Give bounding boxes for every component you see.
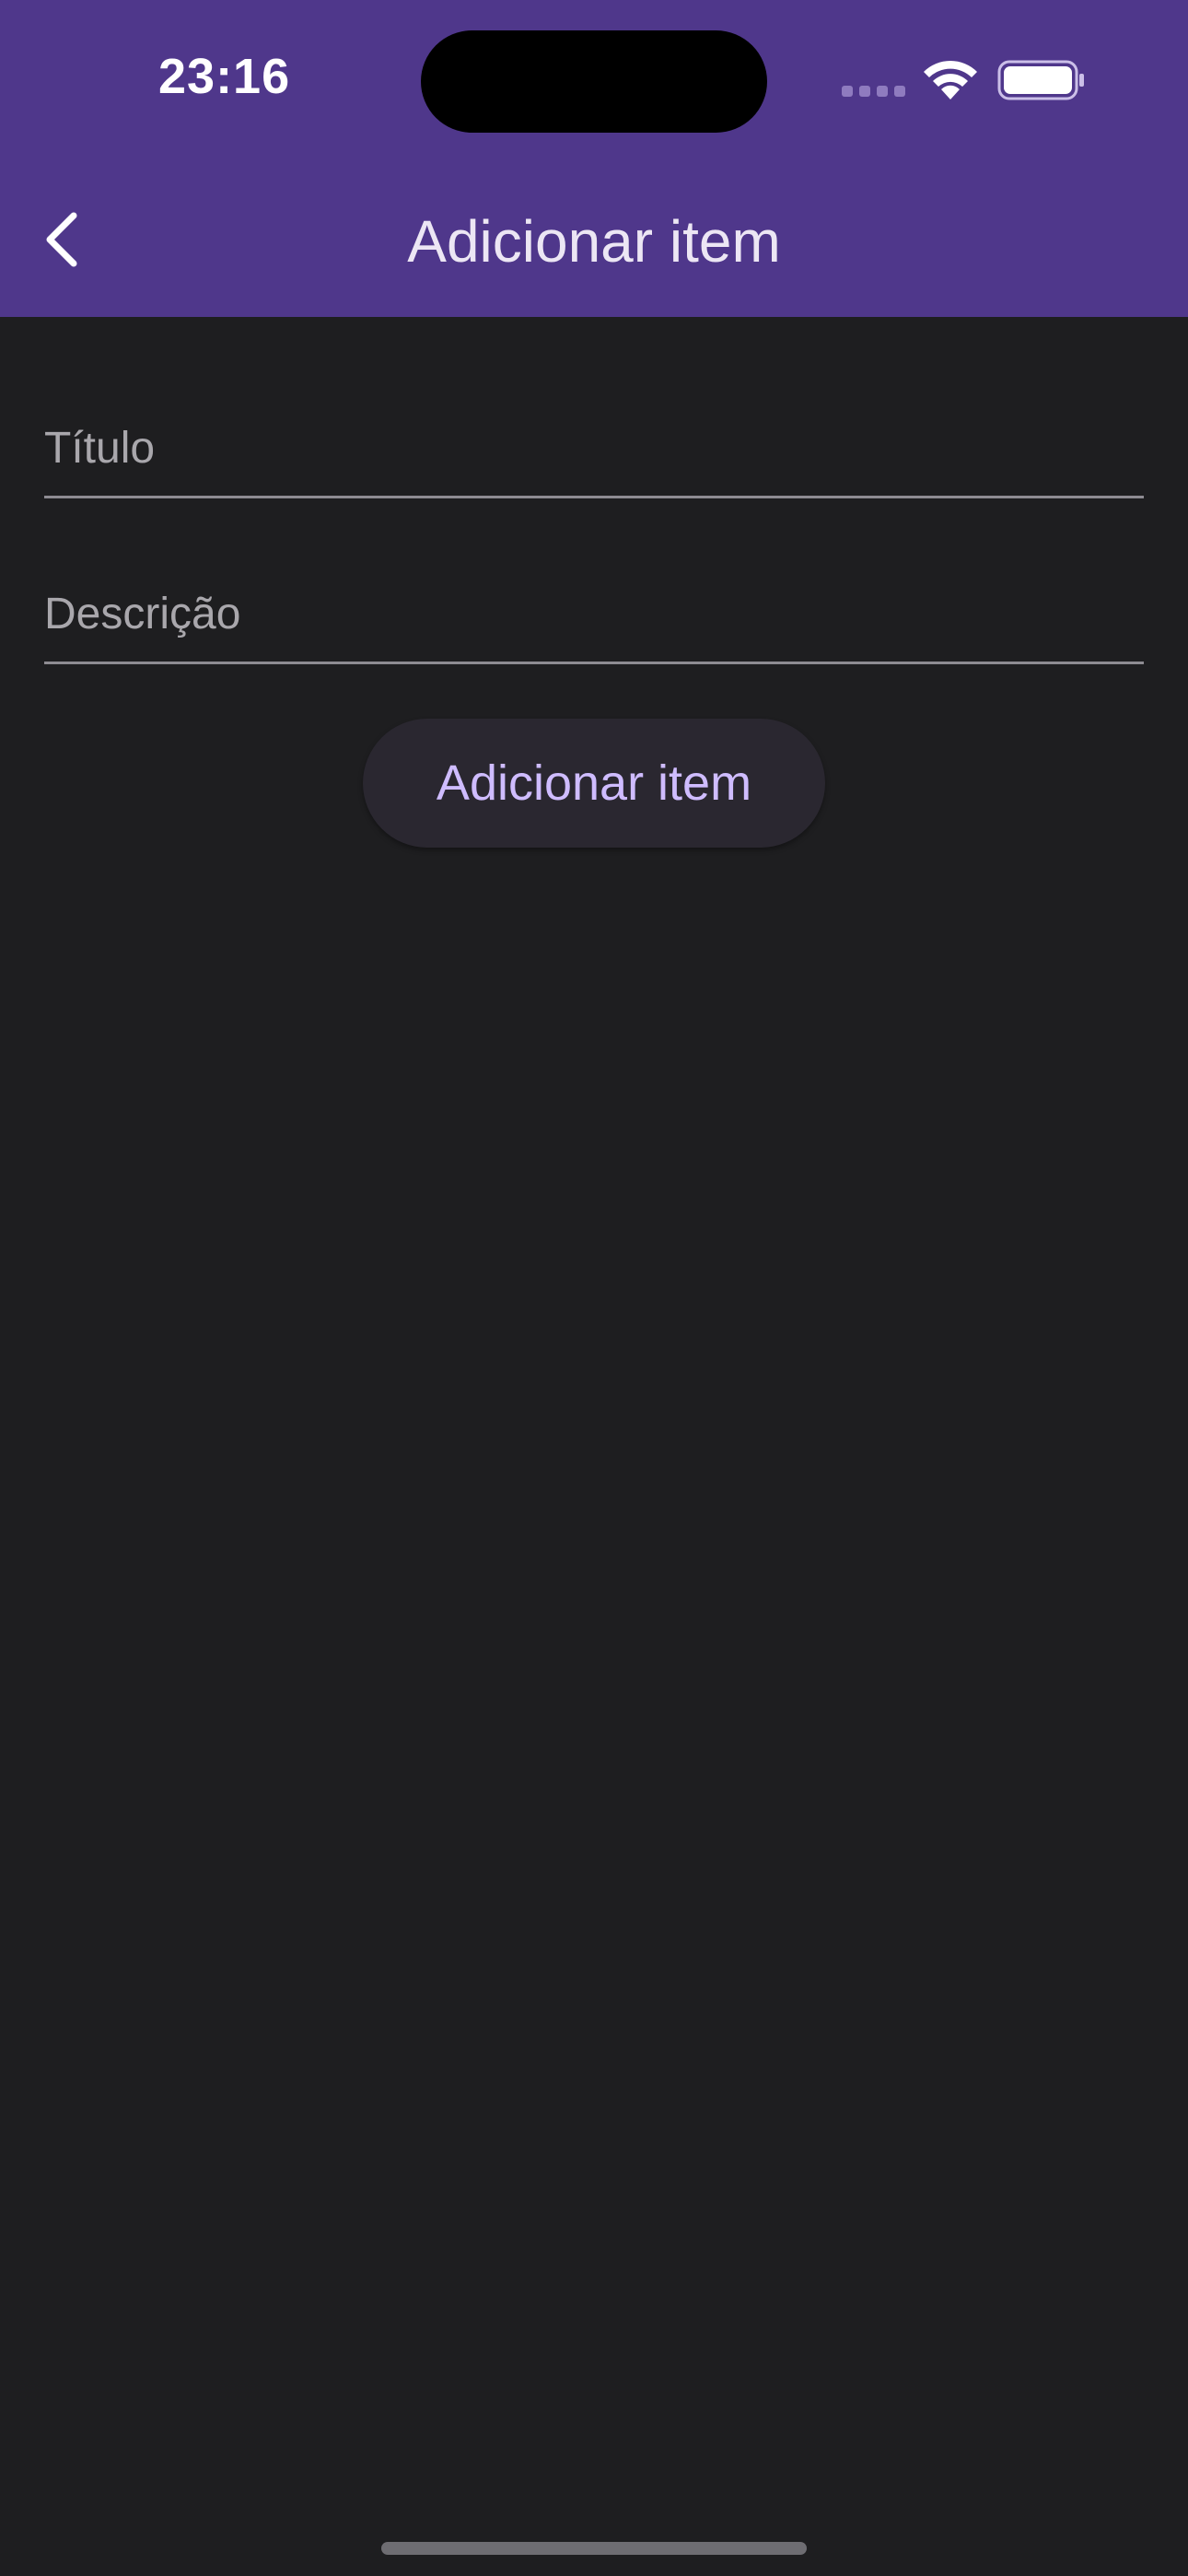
cellular-signal-icon	[842, 86, 906, 99]
description-field[interactable]	[44, 551, 1144, 664]
description-input[interactable]	[44, 577, 1144, 650]
battery-icon	[997, 60, 1084, 100]
wifi-icon	[924, 60, 977, 100]
title-input[interactable]	[44, 411, 1144, 485]
page-title: Adicionar item	[407, 208, 781, 275]
status-bar-time: 23:16	[158, 49, 291, 104]
app-bar: 23:16 Adicionar item	[0, 0, 1188, 317]
dynamic-island	[421, 30, 767, 133]
add-item-button[interactable]: Adicionar item	[363, 719, 825, 848]
home-indicator	[381, 2542, 807, 2555]
title-field[interactable]	[44, 385, 1144, 498]
